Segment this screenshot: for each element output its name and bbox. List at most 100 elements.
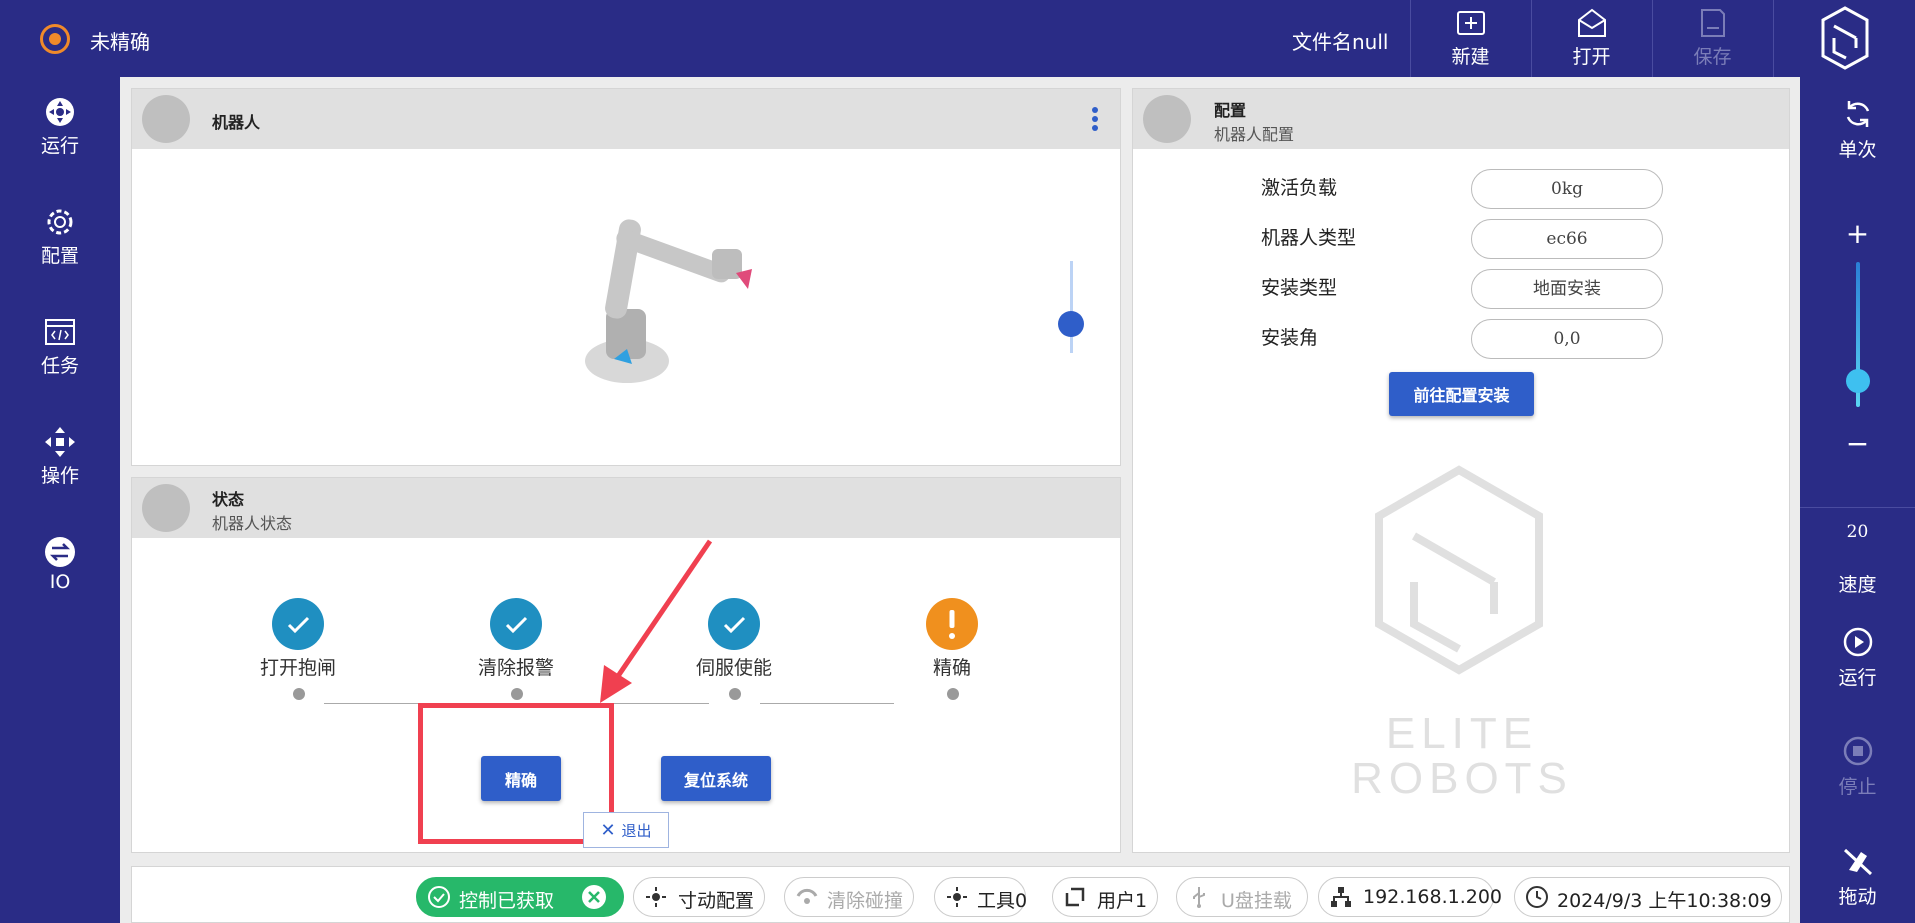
ip-address-chip[interactable]: 192.168.1.200 bbox=[1318, 877, 1502, 917]
precise-button[interactable]: 精确 bbox=[481, 756, 561, 801]
speed-value: 20 bbox=[1846, 522, 1869, 542]
step-dot bbox=[511, 688, 523, 700]
drag-hand-icon bbox=[1843, 848, 1872, 876]
right-nav: 单次 + − 20 速度 运行 停止 拖动 bbox=[1800, 77, 1915, 923]
robot-arm-icon bbox=[1143, 95, 1191, 143]
open-button[interactable]: 打开 bbox=[1531, 0, 1651, 77]
annotation-arrow-icon bbox=[600, 539, 713, 703]
config-panel-header: 配置 机器人配置 bbox=[1133, 89, 1789, 149]
run-label: 运行 bbox=[1838, 667, 1877, 689]
mount-type-field: 地面安装 bbox=[1471, 269, 1663, 309]
user-chip[interactable]: 用户1 bbox=[1052, 877, 1158, 917]
clear-collision-chip[interactable]: 清除碰撞 bbox=[784, 877, 914, 917]
speed-plus-button[interactable]: + bbox=[1800, 217, 1915, 250]
robot-panel-title: 机器人 bbox=[212, 113, 261, 132]
robot-panel: 机器人 bbox=[131, 88, 1121, 466]
elite-logo-icon bbox=[1821, 6, 1869, 70]
mount-angle-label: 安装角 bbox=[1261, 327, 1319, 349]
single-step-label: 单次 bbox=[1838, 139, 1877, 161]
save-button[interactable]: 保存 bbox=[1652, 0, 1772, 77]
drag-button[interactable]: 拖动 bbox=[1800, 844, 1915, 909]
new-button[interactable]: 新建 bbox=[1410, 0, 1530, 77]
nav-operate-label: 操作 bbox=[40, 465, 79, 487]
robot-3d-view[interactable] bbox=[572, 199, 792, 389]
exit-button[interactable]: ✕ 退出 bbox=[583, 812, 669, 848]
clock-icon bbox=[1526, 886, 1548, 908]
usb-icon bbox=[1193, 887, 1205, 908]
new-file-icon bbox=[1456, 11, 1485, 35]
collision-icon bbox=[796, 888, 818, 904]
nav-task-label: 任务 bbox=[40, 355, 79, 377]
nav-run[interactable]: 运行 bbox=[0, 77, 120, 167]
speed-minus-button[interactable]: − bbox=[1800, 427, 1915, 460]
step-label: 精确 bbox=[932, 657, 971, 679]
goto-install-config-button[interactable]: 前往配置安装 bbox=[1389, 372, 1534, 416]
usb-mount-label: U盘挂载 bbox=[1221, 890, 1292, 912]
robot-type-field: ec66 bbox=[1471, 219, 1663, 259]
user-label: 用户1 bbox=[1097, 890, 1148, 912]
play-icon bbox=[1843, 627, 1872, 657]
robot-panel-header: 机器人 bbox=[132, 89, 1120, 149]
control-acquired-chip[interactable]: 控制已获取 bbox=[416, 877, 624, 917]
open-label: 打开 bbox=[1572, 46, 1611, 68]
stop-button[interactable]: 停止 bbox=[1800, 734, 1915, 799]
robot-arm-icon bbox=[142, 95, 190, 143]
watermark-text-line2: ROBOTS bbox=[1351, 754, 1573, 803]
top-bar: 未精确 文件名null 新建 打开 保存 bbox=[0, 0, 1915, 77]
nav-operate[interactable]: 操作 bbox=[0, 407, 120, 497]
nav-task[interactable]: 任务 bbox=[0, 297, 120, 387]
step-alarm-done-icon bbox=[490, 598, 542, 650]
clear-collision-label: 清除碰撞 bbox=[827, 890, 904, 912]
save-label: 保存 bbox=[1693, 46, 1732, 68]
step-brake-done-icon bbox=[272, 598, 324, 650]
step-precise-warning-icon bbox=[926, 598, 978, 650]
gear-icon bbox=[47, 209, 73, 235]
elite-robots-watermark-icon bbox=[1375, 465, 1543, 675]
calibration-status: 未精确 bbox=[90, 30, 150, 54]
step-dot bbox=[293, 688, 305, 700]
robot-type-label: 机器人类型 bbox=[1261, 227, 1357, 249]
more-menu-icon[interactable] bbox=[1092, 107, 1100, 131]
datetime-chip: 2024/9/3 上午10:38:09 bbox=[1514, 877, 1782, 917]
view-zoom-handle[interactable] bbox=[1058, 311, 1084, 337]
release-control-icon[interactable] bbox=[581, 884, 607, 910]
nav-io-label: IO bbox=[49, 571, 71, 593]
step-dot bbox=[947, 688, 959, 700]
single-step-button[interactable]: 单次 bbox=[1800, 97, 1915, 162]
tool-label: 工具0 bbox=[977, 890, 1028, 912]
status-panel-header: 状态 机器人状态 bbox=[132, 478, 1120, 538]
left-nav: 运行 配置 任务 操作 IO bbox=[0, 77, 120, 923]
tool-chip[interactable]: 工具0 bbox=[934, 877, 1028, 917]
jog-config-label: 寸动配置 bbox=[678, 890, 755, 912]
datetime-label: 2024/9/3 上午10:38:09 bbox=[1557, 890, 1772, 912]
user-frame-icon bbox=[1065, 887, 1085, 907]
ip-address-label: 192.168.1.200 bbox=[1363, 886, 1503, 908]
nav-config[interactable]: 配置 bbox=[0, 187, 120, 277]
payload-label: 激活负载 bbox=[1261, 177, 1338, 199]
drag-label: 拖动 bbox=[1838, 886, 1877, 908]
tool-sun-icon bbox=[947, 887, 967, 907]
payload-field: 0kg bbox=[1471, 169, 1663, 209]
mount-type-label: 安装类型 bbox=[1261, 277, 1338, 299]
nav-config-label: 配置 bbox=[40, 245, 79, 267]
io-exchange-icon bbox=[45, 537, 75, 567]
config-panel-title: 配置 bbox=[1214, 101, 1247, 120]
status-panel-subtitle: 机器人状态 bbox=[212, 514, 293, 533]
view-zoom-track[interactable] bbox=[1070, 261, 1073, 353]
run-button[interactable]: 运行 bbox=[1800, 625, 1915, 690]
reset-system-button[interactable]: 复位系统 bbox=[661, 756, 771, 801]
control-acquired-label: 控制已获取 bbox=[459, 890, 555, 912]
network-icon bbox=[1331, 887, 1351, 907]
filename-label: 文件名null bbox=[1292, 30, 1389, 54]
jog-sun-icon bbox=[646, 887, 666, 907]
close-icon: ✕ bbox=[600, 819, 616, 840]
run-nav-icon bbox=[46, 98, 74, 126]
config-panel: 配置 机器人配置 激活负载 0kg 机器人类型 ec66 安装类型 地面安装 安… bbox=[1132, 88, 1790, 853]
mount-angle-field: 0,0 bbox=[1471, 319, 1663, 359]
speed-slider-handle[interactable] bbox=[1846, 369, 1870, 393]
status-indicator-icon bbox=[40, 24, 70, 54]
usb-mount-chip[interactable]: U盘挂载 bbox=[1176, 877, 1308, 917]
jog-config-chip[interactable]: 寸动配置 bbox=[633, 877, 765, 917]
nav-io[interactable]: IO bbox=[0, 517, 120, 607]
step-label: 打开抱闸 bbox=[259, 657, 336, 679]
